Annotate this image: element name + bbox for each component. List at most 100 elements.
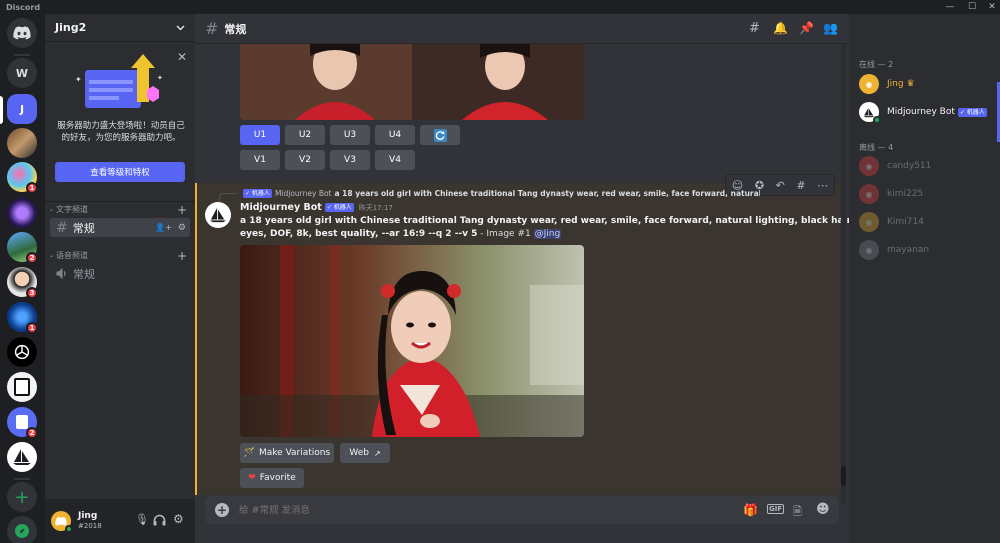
- gear-icon[interactable]: ⚙: [178, 223, 186, 233]
- bot-avatar[interactable]: [205, 202, 231, 228]
- plus-icon: +: [14, 486, 30, 508]
- member-offline[interactable]: ◉ mayanan: [859, 240, 929, 260]
- upscale-u4-button[interactable]: U4: [375, 125, 415, 145]
- make-variations-button[interactable]: 🪄 Make Variations: [240, 443, 334, 463]
- svg-text:✦: ✦: [75, 75, 82, 84]
- member-offline[interactable]: ◉ candy511: [859, 156, 931, 176]
- discord-logo-icon: ◉: [865, 189, 873, 199]
- channel-sidebar: Jing2 ✕ ✦ ✦ 服务器助力盛大登场啦！动员自己的好友，为您的服务器助力吧…: [45, 14, 195, 543]
- sailboat-icon: [210, 207, 226, 223]
- favorite-button[interactable]: ❤ Favorite: [240, 468, 304, 488]
- maximize-button[interactable]: ☐: [962, 0, 982, 14]
- bell-icon[interactable]: 🔔: [773, 21, 788, 35]
- channel-voice-general[interactable]: 常规: [50, 264, 190, 283]
- reply-reference[interactable]: ✓ 机器人 Midjourney Bot a 18 years old girl…: [240, 187, 760, 199]
- member-midjourney-bot[interactable]: Midjourney Bot ✓ 机器人: [859, 102, 987, 124]
- crown-icon: ♛: [906, 79, 915, 89]
- title-bar: Discord — ☐ ✕: [0, 0, 1000, 14]
- generated-image-picture: [240, 245, 584, 437]
- sticker-icon[interactable]: 🗎: [793, 503, 802, 522]
- svg-text:✦: ✦: [157, 74, 163, 82]
- user-mention[interactable]: @Jing: [533, 229, 562, 239]
- document-icon: [16, 415, 28, 429]
- magic-wand-icon: 🪄: [243, 448, 256, 458]
- add-channel-plus-icon[interactable]: +: [177, 203, 187, 217]
- headphones-icon[interactable]: [153, 514, 166, 526]
- close-icon[interactable]: ✕: [177, 50, 187, 64]
- server-j[interactable]: J: [7, 94, 37, 124]
- prompt-line-2: eyes, DOF, 8k, best quality, --ar 16:9 -…: [240, 229, 478, 239]
- window-title: Discord: [6, 2, 41, 12]
- member-offline[interactable]: ◉ Kimi714: [859, 212, 924, 232]
- explore-servers-button[interactable]: [7, 516, 37, 543]
- member-jing[interactable]: ◉ Jing ♛: [859, 74, 915, 94]
- invite-user-icon[interactable]: 👤+: [155, 223, 172, 232]
- online-header: 在线 — 2: [859, 60, 894, 69]
- member-offline[interactable]: ◉ kimi225: [859, 184, 923, 204]
- minimize-button[interactable]: —: [940, 0, 960, 14]
- variation-v4-button[interactable]: V4: [375, 150, 415, 170]
- previous-image-thumbnail: [240, 44, 584, 120]
- offline-header: 离线 — 4: [859, 143, 894, 152]
- message-author[interactable]: Midjourney Bot: [240, 202, 322, 213]
- variation-v2-button[interactable]: V2: [285, 150, 325, 170]
- variation-v3-button[interactable]: V3: [330, 150, 370, 170]
- gif-icon[interactable]: GIF: [767, 504, 785, 514]
- server-film[interactable]: [7, 372, 37, 402]
- external-link-icon: ↗: [373, 448, 381, 458]
- username: Jing: [78, 511, 98, 521]
- category-voice-channels[interactable]: ⌄ 语音频道 +: [49, 249, 191, 263]
- category-text-channels[interactable]: ⌄ 文字频道 +: [49, 203, 191, 217]
- reply-icon[interactable]: ↶: [776, 179, 785, 192]
- add-channel-plus-icon[interactable]: +: [177, 249, 187, 263]
- boost-perks-button[interactable]: 查看等级和特权: [55, 162, 185, 182]
- close-window-button[interactable]: ✕: [982, 0, 1000, 14]
- film-icon: [14, 378, 30, 396]
- member-avatar: ◉: [859, 184, 879, 204]
- server-openai[interactable]: [7, 337, 37, 367]
- unread-badge: 2: [26, 427, 38, 439]
- web-link-button[interactable]: Web ↗: [340, 443, 390, 463]
- server-w[interactable]: W: [7, 58, 37, 88]
- server-midjourney[interactable]: [7, 442, 37, 472]
- pin-icon[interactable]: 📌: [799, 21, 814, 35]
- chat-scrollbar-thumb[interactable]: [841, 466, 846, 486]
- discord-home-button[interactable]: [7, 18, 37, 48]
- message-input[interactable]: [239, 504, 719, 516]
- upscale-u1-button[interactable]: U1: [240, 125, 280, 145]
- user-tag: #2018: [78, 522, 102, 530]
- channel-text-general[interactable]: # 常规 👤+ ⚙: [50, 218, 190, 237]
- member-avatar: ◉: [859, 74, 879, 94]
- more-options-icon[interactable]: ⋯: [817, 179, 828, 192]
- reply-spine: [219, 193, 237, 201]
- variation-v1-button[interactable]: V1: [240, 150, 280, 170]
- member-list: 在线 — 2 ◉ Jing ♛ Midjourney Bot ✓ 机器人 离线 …: [849, 14, 1000, 543]
- threads-icon[interactable]: #: [749, 21, 760, 36]
- rail-divider: [14, 54, 30, 56]
- server-rail: W J 1 2 3 1 2 +: [0, 14, 45, 543]
- user-info[interactable]: Jing #2018: [78, 511, 102, 531]
- add-server-button[interactable]: +: [7, 482, 37, 512]
- microphone-icon[interactable]: 🎙: [135, 513, 149, 526]
- channel-header: # 常规 # 🔔 📌 👥: [195, 14, 849, 44]
- gift-icon[interactable]: 🎁: [743, 503, 758, 517]
- generated-image[interactable]: [240, 245, 584, 437]
- user-settings-gear-icon[interactable]: ⚙: [173, 512, 184, 526]
- member-avatar: ◉: [859, 156, 879, 176]
- server-avatar-1[interactable]: [7, 128, 37, 158]
- member-list-icon[interactable]: 👥: [823, 21, 838, 35]
- upscale-u2-button[interactable]: U2: [285, 125, 325, 145]
- server-header[interactable]: Jing2: [45, 14, 195, 42]
- upscale-u3-button[interactable]: U3: [330, 125, 370, 145]
- user-avatar[interactable]: [51, 511, 73, 533]
- create-thread-icon[interactable]: #: [796, 179, 805, 192]
- reroll-button[interactable]: [420, 125, 460, 145]
- emoji-icon[interactable]: ☻: [816, 502, 830, 517]
- divider: [45, 201, 195, 202]
- server-avatar-3[interactable]: [7, 198, 37, 228]
- chat-scrollbar-track[interactable]: [841, 44, 846, 504]
- hashtag-icon: #: [205, 19, 219, 38]
- attach-plus-icon[interactable]: +: [215, 503, 229, 517]
- discord-logo-icon: [13, 26, 31, 40]
- previous-image-grid[interactable]: [240, 44, 584, 120]
